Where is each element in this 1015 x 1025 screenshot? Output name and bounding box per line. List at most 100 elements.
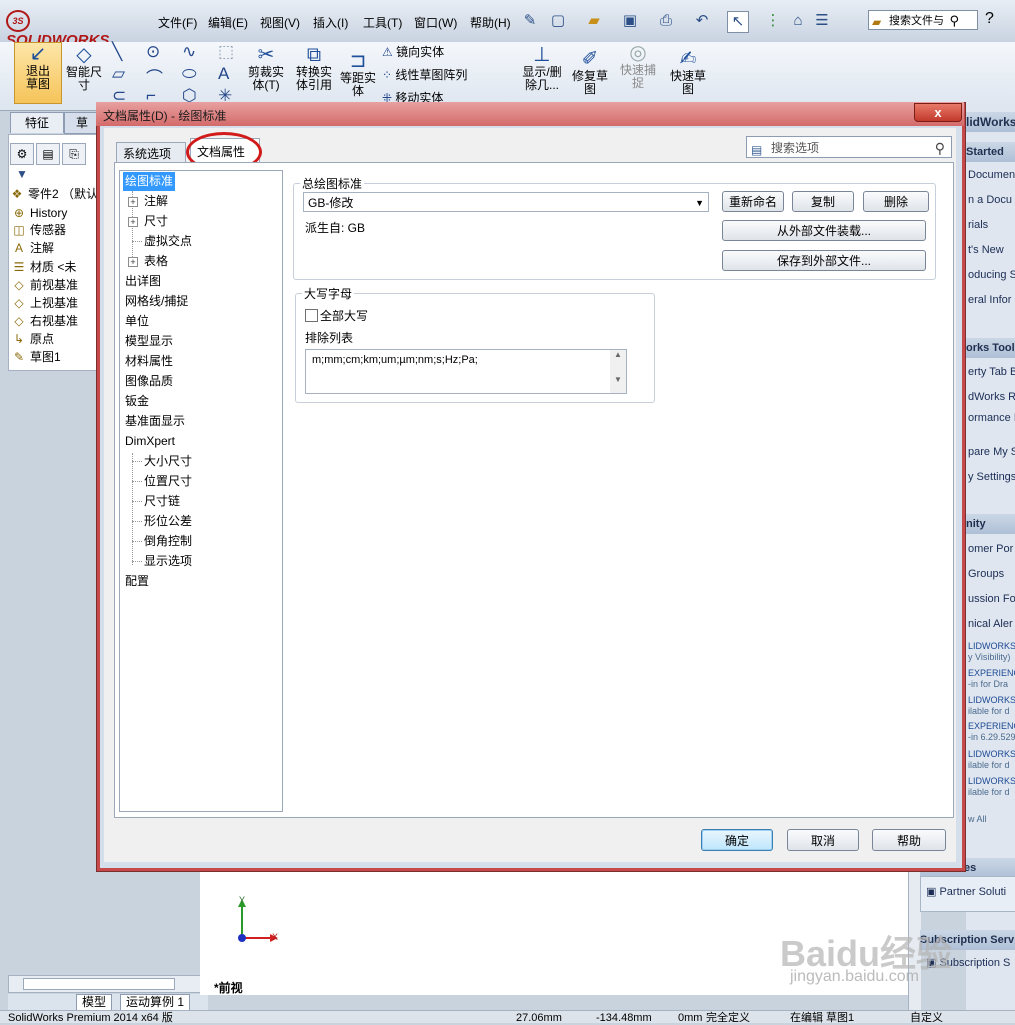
taskpane-link[interactable]: ormance B — [968, 410, 1015, 426]
tree-item-front-plane[interactable]: ◇ 前视基准 — [12, 277, 78, 294]
nav-dimensions[interactable]: 尺寸 — [144, 212, 168, 231]
nav-tables[interactable]: 表格 — [144, 252, 168, 271]
cancel-button[interactable]: 取消 — [787, 829, 859, 851]
save-to-external-file-button[interactable]: 保存到外部文件... — [722, 250, 926, 271]
taskpane-link[interactable]: dWorks R — [968, 389, 1015, 405]
search-icon[interactable]: ⚲ — [949, 11, 959, 31]
expand-icon[interactable]: + — [128, 217, 138, 227]
property-manager-icon[interactable]: ▤ — [36, 143, 60, 165]
tree-item-material[interactable]: ☰ 材质 <未 — [12, 259, 77, 276]
nav-configurations[interactable]: 配置 — [125, 572, 149, 591]
spline-icon[interactable]: ∿ — [182, 42, 196, 62]
textarea-scrollbar[interactable]: ▲ ▼ — [610, 350, 626, 393]
quick-snaps-button[interactable]: ◎ 快速捕捉 — [616, 42, 660, 90]
menu-help[interactable]: 帮助(H) — [470, 14, 511, 31]
select-cursor-icon[interactable]: ↖ — [727, 11, 749, 33]
all-uppercase-checkbox[interactable] — [305, 309, 318, 322]
taskpane-link[interactable]: eral Infor — [968, 292, 1015, 308]
tree-item-history[interactable]: ⊕ History — [12, 205, 67, 222]
nav-plane-display[interactable]: 基准面显示 — [125, 412, 185, 431]
news-title[interactable]: LIDWORKS — [968, 749, 1015, 759]
options-icon[interactable]: ☰ — [812, 11, 832, 31]
nav-dx-display[interactable]: 显示选项 — [144, 552, 192, 571]
nav-virtual-sharps[interactable]: 虚拟交点 — [144, 232, 192, 251]
nav-dx-geometric-tolerance[interactable]: 形位公差 — [144, 512, 192, 531]
units-custom[interactable]: 自定义 — [910, 1011, 943, 1025]
taskpane-link[interactable]: Groups — [968, 566, 1015, 582]
view-all-link[interactable]: w All — [968, 814, 1015, 824]
print-icon[interactable]: ⎙ — [656, 11, 676, 31]
search-options-input[interactable]: ▤ 搜索选项 ⚲ — [746, 136, 952, 158]
menu-window[interactable]: 窗口(W) — [414, 14, 457, 31]
partner-solutions-link[interactable]: ▣ Partner Soluti — [926, 884, 1015, 900]
nav-detailing[interactable]: 出详图 — [125, 272, 161, 291]
taskpane-link[interactable]: y Settings — [968, 469, 1015, 485]
nav-image-quality[interactable]: 图像品质 — [125, 372, 173, 391]
taskpane-link[interactable]: n a Docu — [968, 192, 1015, 208]
menu-insert[interactable]: 插入(I) — [313, 14, 348, 31]
line-icon[interactable]: ╲ — [112, 42, 122, 62]
save-icon[interactable]: ▣ — [620, 11, 640, 31]
tree-root[interactable]: ❖ 零件2 （默认 — [10, 186, 98, 203]
taskpane-link[interactable]: omer Por — [968, 541, 1015, 557]
horizontal-scrollbar[interactable] — [8, 975, 202, 993]
pin-icon[interactable]: ✎ — [520, 11, 540, 31]
feature-tree-icon[interactable]: ⚙ — [10, 143, 34, 165]
news-title[interactable]: LIDWORKS — [968, 776, 1015, 786]
menu-file[interactable]: 文件(F) — [158, 14, 197, 31]
open-folder-icon[interactable]: ▰ — [584, 11, 604, 31]
taskpane-link[interactable]: erty Tab B — [968, 364, 1015, 380]
tab-model[interactable]: 模型 — [76, 994, 113, 1011]
menu-view[interactable]: 视图(V) — [260, 14, 300, 31]
menu-tools[interactable]: 工具(T) — [363, 14, 402, 31]
scroll-up-icon[interactable]: ▲ — [610, 350, 626, 359]
configuration-icon[interactable]: ⎘ — [62, 143, 86, 165]
taskpane-link[interactable]: ussion For — [968, 591, 1015, 607]
taskpane-link[interactable]: Documen — [968, 167, 1015, 183]
expand-icon[interactable]: + — [128, 257, 138, 267]
taskpane-link[interactable]: t's New — [968, 242, 1015, 258]
tab-motion-study[interactable]: 运动算例 1 — [120, 994, 191, 1011]
ellipse-icon[interactable]: ⬭ — [182, 64, 197, 84]
tree-item-sensors[interactable]: ◫ 传感器 — [12, 222, 66, 239]
smart-dimension-button[interactable]: ◇ 智能尺寸 — [64, 44, 104, 92]
standard-select[interactable]: GB-修改 ▼ — [303, 192, 709, 212]
tree-item-right-plane[interactable]: ◇ 右视基准 — [12, 313, 78, 330]
expand-icon[interactable]: + — [128, 197, 138, 207]
help-button[interactable]: 帮助 — [872, 829, 946, 851]
nav-dx-location[interactable]: 位置尺寸 — [144, 472, 192, 491]
help-icon[interactable]: ? — [985, 10, 994, 28]
tree-item-annotations[interactable]: A 注解 — [12, 240, 54, 257]
exit-sketch-button[interactable]: ↙ 退出草图 — [14, 42, 62, 104]
nav-annotations[interactable]: 注解 — [144, 192, 168, 211]
nav-units[interactable]: 单位 — [125, 312, 149, 331]
filter-icon[interactable]: ▼ — [16, 167, 28, 181]
taskpane-getting-started-header[interactable]: Started — [966, 142, 1015, 162]
nav-dx-size[interactable]: 大小尺寸 — [144, 452, 192, 471]
undo-icon[interactable]: ↶ — [692, 11, 712, 31]
news-title[interactable]: EXPERIENC — [968, 668, 1015, 678]
tree-item-top-plane[interactable]: ◇ 上视基准 — [12, 295, 78, 312]
tree-item-origin[interactable]: ↳ 原点 — [12, 331, 54, 348]
new-document-icon[interactable]: ▢ — [548, 11, 568, 31]
menu-edit[interactable]: 编辑(E) — [208, 14, 248, 31]
file-properties-icon[interactable]: ⌂ — [788, 11, 808, 31]
mirror-entities-button[interactable]: ⚠ 镜向实体 — [382, 43, 444, 60]
nav-material-properties[interactable]: 材料属性 — [125, 352, 173, 371]
taskpane-link[interactable]: nical Aler — [968, 616, 1015, 632]
nav-dx-chain[interactable]: 尺寸链 — [144, 492, 180, 511]
convert-entities-button[interactable]: ⧉ 转换实体引用 — [292, 44, 336, 92]
close-button[interactable]: x — [914, 103, 962, 122]
taskpane-community-header[interactable]: nity — [966, 514, 1015, 534]
ok-button[interactable]: 确定 — [701, 829, 773, 851]
taskpane-link[interactable]: rials — [968, 217, 1015, 233]
nav-dx-chamfer[interactable]: 倒角控制 — [144, 532, 192, 551]
tree-item-sketch1[interactable]: ✎ 草图1 — [12, 349, 61, 366]
rename-button[interactable]: 重新命名 — [722, 191, 784, 212]
news-title[interactable]: LIDWORKS — [968, 641, 1015, 651]
nav-sheet-metal[interactable]: 钣金 — [125, 392, 149, 411]
nav-drafting-standard[interactable]: 绘图标准 — [123, 172, 176, 191]
display-delete-relations-button[interactable]: ⊥ 显示/删除几... — [518, 44, 566, 92]
tab-features[interactable]: 特征 — [10, 112, 64, 133]
rectangle-icon[interactable]: ▱ — [112, 64, 125, 84]
